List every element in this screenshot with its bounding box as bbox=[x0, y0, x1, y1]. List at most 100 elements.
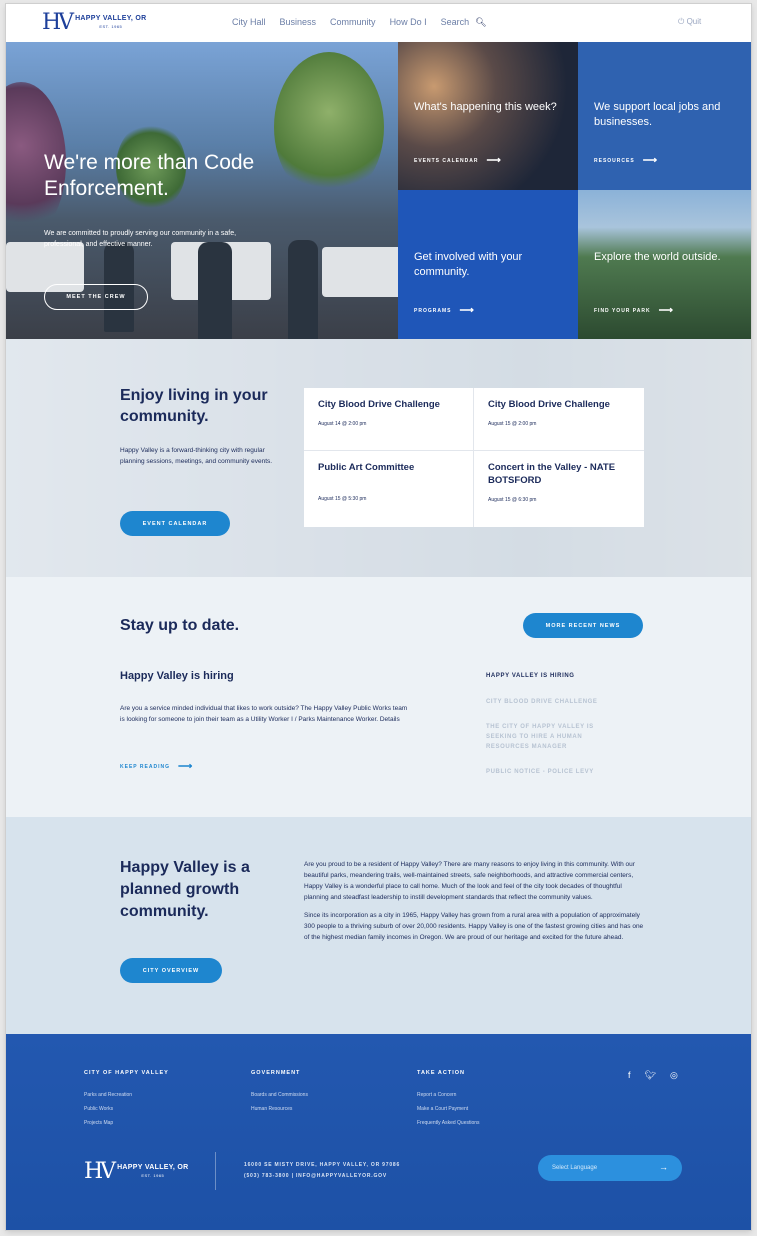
event-name: City Blood Drive Challenge bbox=[318, 399, 440, 410]
logo-mark: HV bbox=[84, 1159, 116, 1184]
events-section: Enjoy living in your community. Happy Va… bbox=[6, 339, 751, 577]
page: HV HAPPY VALLEY, OR EST. 1965 City Hall … bbox=[6, 4, 751, 1230]
event-date: August 15 @ 5:30 pm bbox=[318, 496, 367, 502]
event-name: Concert in the Valley - NATE BOTSFORD bbox=[488, 462, 616, 486]
logo-est: EST. 1965 bbox=[141, 1173, 165, 1178]
footer-link[interactable]: Boards and Commissions bbox=[251, 1092, 308, 1098]
event-date: August 15 @ 2:00 pm bbox=[488, 421, 537, 427]
arrow-right-icon: ⟶ bbox=[177, 761, 194, 772]
post-title[interactable]: Happy Valley is hiring bbox=[120, 670, 234, 682]
event-name: Public Art Committee bbox=[318, 462, 415, 473]
tile-title: What's happening this week? bbox=[414, 101, 557, 113]
footer-column-city: CITY OF HAPPY VALLEY Parks and Recreatio… bbox=[84, 1070, 169, 1134]
events-grid: City Blood Drive Challenge August 14 @ 2… bbox=[304, 388, 644, 527]
events-text: Happy Valley is a forward-thinking city … bbox=[120, 447, 273, 465]
footer-logo[interactable]: HV HAPPY VALLEY, OR EST. 1965 bbox=[84, 1159, 189, 1184]
growth-title: Happy Valley is a planned growth communi… bbox=[120, 859, 250, 920]
tile-community[interactable]: Get involved with your community. PROGRA… bbox=[398, 190, 578, 339]
event-card[interactable]: Concert in the Valley - NATE BOTSFORD Au… bbox=[474, 451, 644, 527]
growth-paragraph: Since its incorporation as a city in 196… bbox=[304, 912, 644, 941]
event-calendar-button[interactable]: EVENT CALENDAR bbox=[120, 511, 230, 536]
footer-link[interactable]: Parks and Recreation bbox=[84, 1092, 169, 1098]
post-excerpt: Are you a service minded individual that… bbox=[120, 705, 408, 723]
tile-title: Get involved with your community. bbox=[414, 251, 523, 278]
logo-mark: HV bbox=[42, 10, 74, 35]
address-line: 16000 SE MISTY DRIVE, HAPPY VALLEY, OR 9… bbox=[244, 1162, 401, 1168]
find-your-park-link[interactable]: FIND YOUR PARK ⟶ bbox=[594, 305, 674, 316]
footer-link[interactable]: Public Works bbox=[84, 1106, 169, 1112]
arrow-right-icon: ⟶ bbox=[642, 155, 659, 166]
events-calendar-link[interactable]: EVENTS CALENDAR ⟶ bbox=[414, 155, 502, 166]
site-header: HV HAPPY VALLEY, OR EST. 1965 City Hall … bbox=[6, 4, 751, 42]
news-section: Stay up to date. MORE RECENT NEWS Happy … bbox=[6, 577, 751, 817]
main-nav: City Hall Business Community How Do I Se… bbox=[232, 17, 487, 28]
growth-section: Happy Valley is a planned growth communi… bbox=[6, 817, 751, 1034]
event-date: August 15 @ 6:30 pm bbox=[488, 497, 537, 503]
news-title: Stay up to date. bbox=[120, 617, 240, 634]
hero-photo-tree bbox=[274, 52, 384, 202]
news-list-item[interactable]: CITY BLOOD DRIVE CHALLENGE bbox=[486, 697, 626, 707]
site-footer: CITY OF HAPPY VALLEY Parks and Recreatio… bbox=[6, 1034, 751, 1230]
tile-events[interactable]: What's happening this week? EVENTS CALEN… bbox=[398, 42, 578, 190]
arrow-right-icon: ⟶ bbox=[459, 305, 475, 316]
logo-name: HAPPY VALLEY, OR bbox=[117, 1164, 189, 1171]
growth-text: Are you proud to be a resident of Happy … bbox=[304, 859, 646, 950]
hero-section: We're more than Code Enforcement. We are… bbox=[6, 42, 398, 339]
footer-divider bbox=[215, 1152, 216, 1190]
arrow-right-icon: ⟶ bbox=[486, 155, 502, 166]
resources-link[interactable]: RESOURCES ⟶ bbox=[594, 155, 659, 166]
tile-title: We support local jobs and businesses. bbox=[594, 101, 721, 128]
social-links: f 🐦︎ ◎ bbox=[628, 1070, 678, 1081]
event-date: August 14 @ 2:00 pm bbox=[318, 421, 367, 427]
event-card[interactable]: City Blood Drive Challenge August 14 @ 2… bbox=[304, 388, 474, 451]
nav-search[interactable]: Search bbox=[441, 17, 470, 28]
hero-photo-truck bbox=[322, 247, 398, 297]
contact-line[interactable]: (503) 783-3800 | INFO@HAPPYVALLEYOR.GOV bbox=[244, 1171, 400, 1182]
language-select[interactable]: Select Language → bbox=[538, 1155, 682, 1181]
hero-photo-officer bbox=[198, 242, 232, 339]
hero-text: We are committed to proudly serving our … bbox=[44, 230, 237, 248]
news-list-item[interactable]: HAPPY VALLEY IS HIRING bbox=[486, 671, 626, 681]
event-name: City Blood Drive Challenge bbox=[488, 399, 610, 410]
footer-column-take-action: TAKE ACTION Report a Concern Make a Cour… bbox=[417, 1070, 480, 1134]
nav-how-do-i[interactable]: How Do I bbox=[390, 17, 427, 28]
facebook-icon[interactable]: f bbox=[628, 1070, 631, 1081]
footer-link[interactable]: Human Resources bbox=[251, 1106, 308, 1112]
logo-name: HAPPY VALLEY, OR bbox=[75, 15, 147, 22]
footer-heading: TAKE ACTION bbox=[417, 1070, 465, 1076]
footer-column-government: GOVERNMENT Boards and Commissions Human … bbox=[251, 1070, 308, 1120]
footer-link[interactable]: Projects Map bbox=[84, 1120, 169, 1126]
search-icon[interactable]: 🔍︎ bbox=[475, 17, 486, 28]
site-logo[interactable]: HV HAPPY VALLEY, OR EST. 1965 bbox=[42, 10, 147, 35]
footer-link[interactable]: Make a Court Payment bbox=[417, 1106, 480, 1112]
growth-paragraph: Are you proud to be a resident of Happy … bbox=[304, 861, 635, 901]
news-list: HAPPY VALLEY IS HIRING CITY BLOOD DRIVE … bbox=[486, 671, 626, 792]
login-link[interactable]: ⏻ Quit bbox=[678, 17, 701, 27]
twitter-icon[interactable]: 🐦︎ bbox=[645, 1070, 656, 1081]
tile-business[interactable]: We support local jobs and businesses. RE… bbox=[578, 42, 751, 190]
keep-reading-link[interactable]: KEEP READING ⟶ bbox=[120, 761, 194, 772]
hero-title: We're more than Code Enforcement. bbox=[44, 151, 255, 200]
meet-the-crew-button[interactable]: MEET THE CREW bbox=[44, 284, 148, 310]
city-overview-button[interactable]: CITY OVERVIEW bbox=[120, 958, 222, 983]
news-list-item[interactable]: PUBLIC NOTICE - POLICE LEVY bbox=[486, 767, 626, 777]
nav-community[interactable]: Community bbox=[330, 17, 376, 28]
programs-link[interactable]: PROGRAMS ⟶ bbox=[414, 305, 475, 316]
tile-parks[interactable]: Explore the world outside. FIND YOUR PAR… bbox=[578, 190, 751, 339]
more-recent-news-button[interactable]: MORE RECENT NEWS bbox=[523, 613, 643, 638]
footer-link[interactable]: Frequently Asked Questions bbox=[417, 1120, 480, 1126]
instagram-icon[interactable]: ◎ bbox=[670, 1070, 678, 1081]
nav-business[interactable]: Business bbox=[280, 17, 317, 28]
footer-address: 16000 SE MISTY DRIVE, HAPPY VALLEY, OR 9… bbox=[244, 1160, 400, 1182]
tile-title: Explore the world outside. bbox=[594, 251, 721, 263]
event-card[interactable]: Public Art Committee August 15 @ 5:30 pm bbox=[304, 451, 474, 527]
nav-city-hall[interactable]: City Hall bbox=[232, 17, 266, 28]
news-list-item[interactable]: THE CITY OF HAPPY VALLEY IS SEEKING TO H… bbox=[486, 722, 626, 752]
footer-heading: GOVERNMENT bbox=[251, 1070, 301, 1076]
logo-est: EST. 1965 bbox=[99, 24, 123, 29]
event-card[interactable]: City Blood Drive Challenge August 15 @ 2… bbox=[474, 388, 644, 451]
hero-photo-officer bbox=[288, 240, 318, 339]
arrow-right-icon: ⟶ bbox=[658, 305, 674, 316]
arrow-right-icon: → bbox=[659, 1162, 668, 1172]
footer-link[interactable]: Report a Concern bbox=[417, 1092, 480, 1098]
